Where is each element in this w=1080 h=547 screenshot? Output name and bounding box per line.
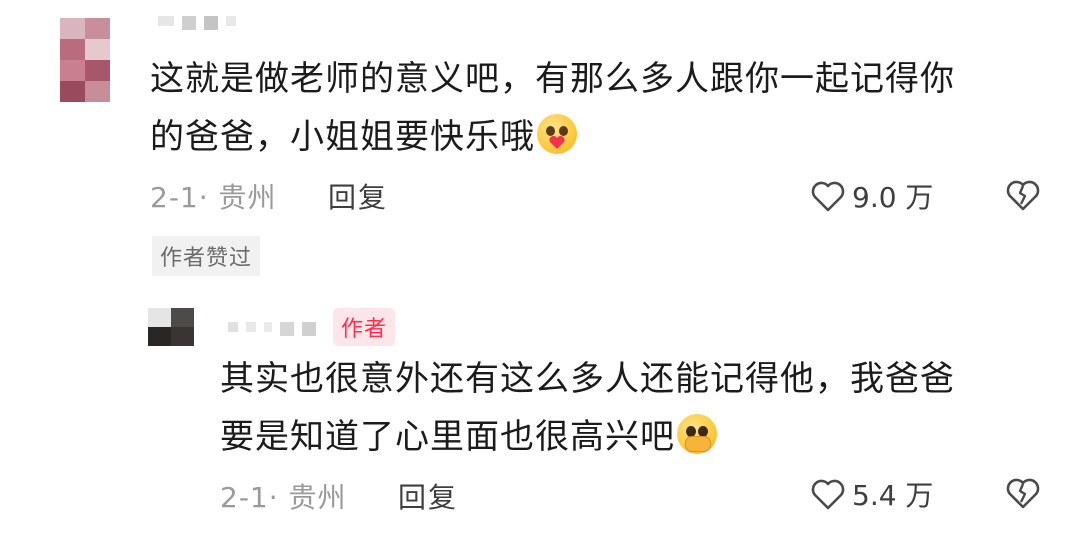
reply-location: 贵州	[288, 481, 347, 514]
heart-hug-emoji-icon	[537, 114, 577, 154]
reply-text: 其实也很意外还有这么多人还能记得他，我爸爸 要是知道了心里面也很高兴吧	[220, 350, 1060, 466]
reply-text-line-1: 其实也很意外还有这么多人还能记得他，我爸爸	[220, 359, 955, 399]
broken-heart-dislike-icon[interactable]	[1004, 178, 1042, 212]
comment-reply-button[interactable]: 回复	[328, 176, 388, 216]
comment-date: 2-1	[150, 181, 199, 214]
reply-author-username[interactable]	[228, 322, 316, 336]
comment-like-count: 9.0 万	[852, 181, 934, 214]
author-liked-badge: 作者赞过	[152, 236, 261, 276]
broken-heart-dislike-icon[interactable]	[1004, 476, 1042, 510]
reply-meta: 2-1· 贵州	[220, 481, 347, 514]
comment-location: 贵州	[218, 181, 277, 214]
heart-outline-icon	[810, 477, 846, 511]
pleading-face-emoji-icon	[677, 414, 717, 454]
comment-text-line-2: 的爸爸，小姐姐要快乐哦	[150, 117, 535, 157]
reply-date: 2-1	[220, 481, 269, 514]
comment-text-line-1: 这就是做老师的意义吧，有那么多人跟你一起记得你	[150, 59, 955, 99]
reply-like-button[interactable]: 5.4 万	[810, 474, 933, 514]
comment-meta: 2-1· 贵州	[150, 181, 277, 214]
heart-outline-icon	[810, 179, 846, 213]
comment-text: 这就是做老师的意义吧，有那么多人跟你一起记得你 的爸爸，小姐姐要快乐哦	[150, 50, 1050, 166]
author-tag-badge: 作者	[333, 308, 396, 346]
reply-author-avatar[interactable]	[148, 308, 194, 346]
commenter-username[interactable]	[158, 16, 236, 30]
comment-like-button[interactable]: 9.0 万	[810, 176, 933, 216]
reply-text-line-2: 要是知道了心里面也很高兴吧	[220, 417, 675, 457]
reply-like-count: 5.4 万	[852, 479, 934, 512]
reply-reply-button[interactable]: 回复	[398, 476, 458, 516]
commenter-avatar[interactable]	[60, 18, 110, 102]
